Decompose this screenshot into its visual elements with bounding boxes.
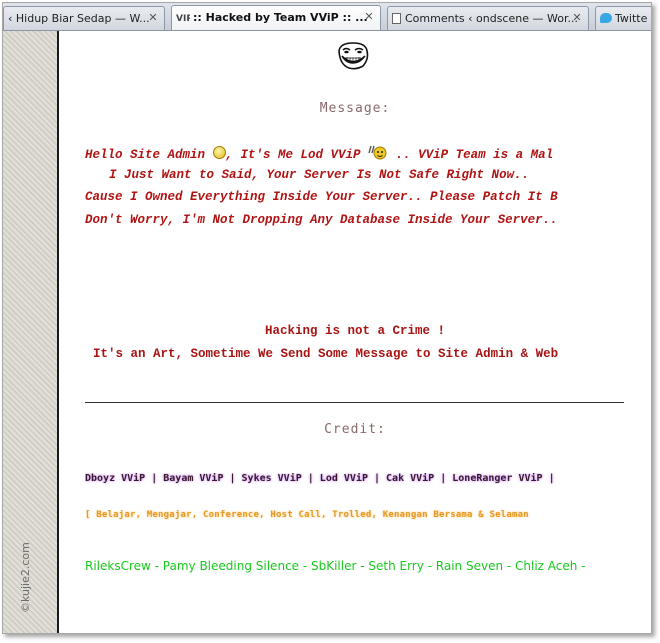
message-line-4: Don't Worry, I'm Not Dropping Any Databa… [85, 213, 558, 227]
credit-team-names: Dboyz VViP | Bayam VViP | Sykes VViP | L… [85, 473, 555, 484]
message-line-3: Cause I Owned Everything Inside Your Ser… [85, 190, 558, 204]
message-text: .. VViP Team is a Mal [388, 148, 554, 162]
message-line-2: I Just Want to Said, Your Server Is Not … [109, 168, 530, 182]
message-text: Hello Site Admin [85, 148, 213, 162]
tab-comments-ondscene[interactable]: Comments ‹ ondscene — Wor... ✕ [387, 6, 589, 30]
tab-twitter[interactable]: Twitte [595, 6, 651, 30]
close-icon[interactable]: ✕ [571, 12, 583, 24]
vvip-favicon-icon: VIP [176, 11, 193, 24]
peace-sign-emoticon-icon [368, 145, 388, 160]
tab-hidup-biar-sedap[interactable]: ‹ Hidup Biar Sedap — W... ✕ [3, 6, 165, 30]
message-heading: Message: [319, 101, 391, 116]
credit-marquee-text: [ Belajar, Mengajar, Conference, Host Ca… [85, 510, 529, 520]
twitter-icon [600, 13, 612, 23]
tab-label: :: Hacked by Team VViP :: ... [193, 11, 368, 24]
watermark: ©kujie2.com [19, 542, 32, 613]
trollface-icon [336, 41, 370, 75]
credit-heading: Credit: [324, 422, 386, 437]
credit-greetings: RileksCrew - Pamy Bleeding Silence - SbK… [85, 559, 586, 573]
document-icon [392, 13, 401, 24]
close-icon[interactable]: ✕ [147, 12, 159, 24]
quote-line-2: It's an Art, Sometime We Send Some Messa… [93, 347, 559, 361]
message-line-1: Hello Site Admin , It's Me Lod VViP .. V… [85, 145, 651, 162]
smiley-emoticon-icon [212, 146, 226, 159]
tab-strip: ‹ Hidup Biar Sedap — W... ✕ VIP :: Hacke… [3, 3, 651, 31]
horizontal-rule [85, 402, 624, 403]
close-icon[interactable]: ✕ [363, 11, 375, 23]
tab-label: Comments ‹ ondscene — Wor... [405, 12, 578, 25]
tab-label: ‹ Hidup Biar Sedap — W... [8, 12, 150, 25]
tab-label: Twitte [615, 12, 648, 25]
tab-hacked-by-team-vvip[interactable]: VIP :: Hacked by Team VViP :: ... ✕ [171, 5, 381, 30]
quote-line-1: Hacking is not a Crime ! [264, 324, 446, 338]
browser-window: ‹ Hidup Biar Sedap — W... ✕ VIP :: Hacke… [2, 2, 652, 634]
page-content: Message: Hello Site Admin , It's Me Lod … [59, 31, 651, 633]
svg-text:VIP: VIP [176, 14, 190, 23]
message-text: , It's Me Lod VViP [225, 148, 369, 162]
